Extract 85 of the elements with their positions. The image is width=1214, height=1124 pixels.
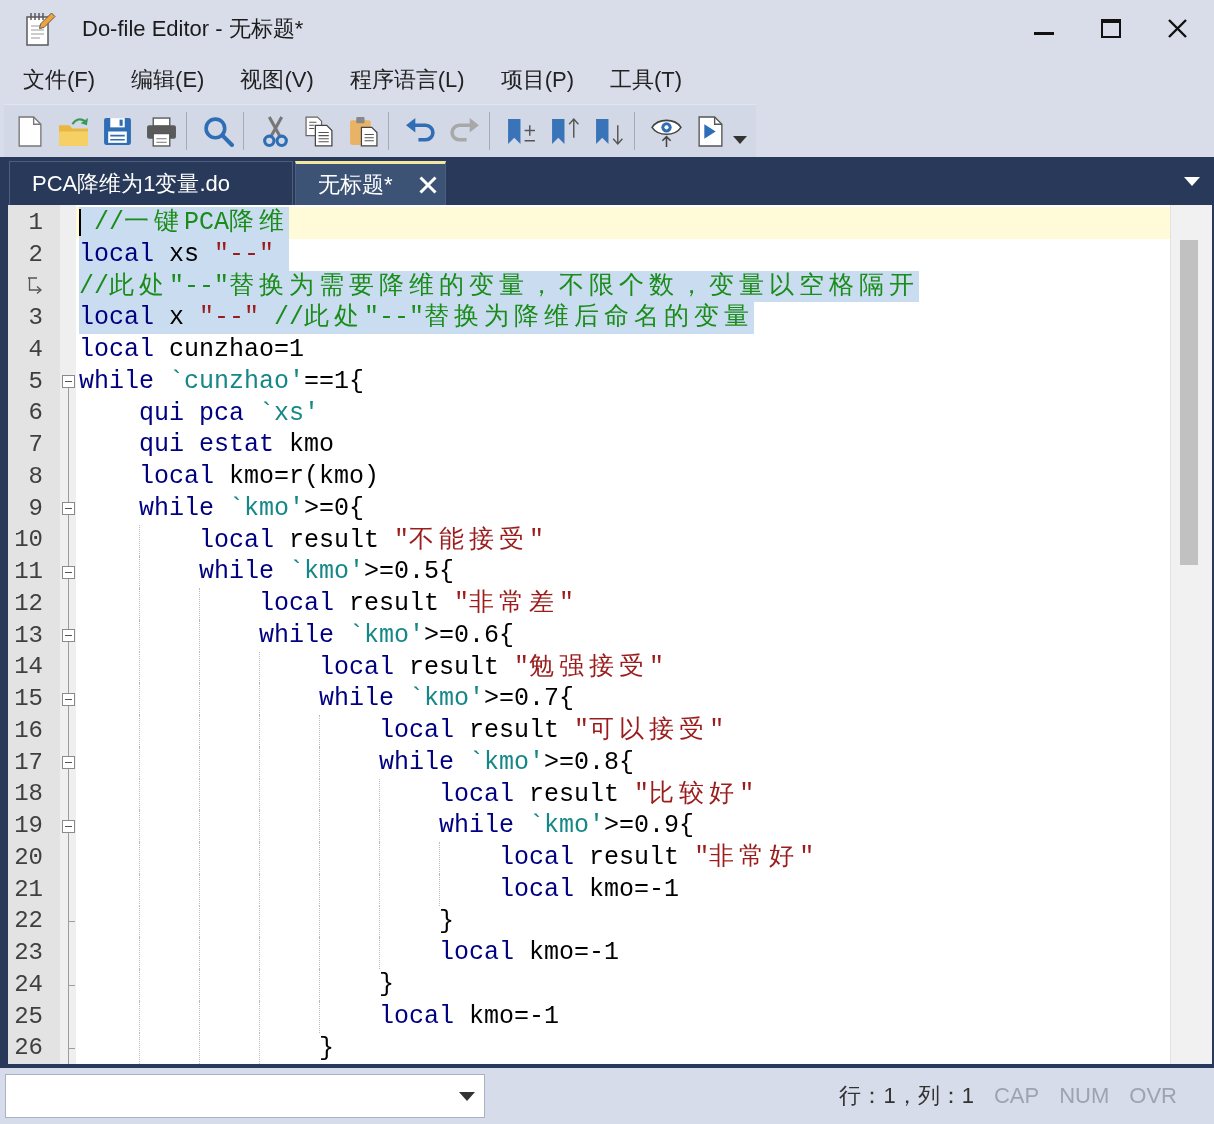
fold-minus-icon[interactable] [62,756,75,770]
line-number: 17 [14,750,43,775]
fold-minus-icon[interactable] [62,502,75,516]
code-line: local result "勉强接受" [319,651,665,684]
code-line: while `kmo'>=0.9{ [439,810,695,842]
line-number: 12 [14,591,43,616]
code-line: while `kmo'>=0.8{ [379,746,635,779]
code-line: local result "非常好" [499,842,815,874]
fold-minus-icon[interactable] [62,819,75,833]
code-line: local kmo=r(kmo) [139,461,380,493]
code-line: while `kmo'>=0{ [139,492,365,525]
clipboard-icon [347,115,379,147]
line-number: 26 [14,1036,43,1061]
wrap-arrow-icon [27,277,43,296]
line-number: 7 [28,433,43,458]
code-line: } [319,1032,335,1064]
line-number: 25 [14,1004,43,1029]
maximize-icon [1100,19,1121,38]
dropdown-field[interactable] [5,1074,485,1118]
line-number: 23 [14,941,43,966]
line-number: 2 [28,242,43,267]
code-line: } [379,969,395,1001]
line-number: 1 [28,210,43,235]
line-number: 20 [14,845,43,870]
fold-minus-icon[interactable] [62,692,75,706]
close-icon[interactable] [418,175,437,194]
menu-item[interactable]: 编辑(E) [113,61,223,99]
text-cursor [79,209,81,237]
line-number: 13 [14,623,43,648]
line-number: 4 [28,337,43,362]
line-number: 14 [14,655,43,680]
fold-minus-icon[interactable] [62,629,75,643]
line-number: 22 [14,909,43,934]
code-line: while `kmo'>=0.6{ [259,619,515,652]
code-line: local kmo=-1 [439,937,620,969]
status-indicator: CAP [993,1083,1040,1109]
printer-icon [145,115,177,147]
line-number: 10 [14,528,43,553]
caret-icon [459,1091,475,1101]
notepad-icon [26,11,56,46]
code-line: qui estat kmo [139,429,335,461]
code-line: qui pca `xs' [139,397,320,430]
menu-item[interactable]: 程序语言(L) [331,61,483,99]
code-line: while `kmo'>=0.7{ [319,683,575,715]
folder-icon [57,115,89,147]
scrollbar-thumb[interactable] [1180,240,1198,565]
close-icon [1168,19,1187,38]
cursor-position: 行：1，列：1 [839,1082,974,1110]
code-line: while `kmo'>=0.5{ [199,556,455,588]
line-number: 11 [14,560,43,585]
status-indicator: OVR [1129,1083,1177,1109]
fold-minus-icon[interactable] [62,565,75,579]
fold-minus-icon[interactable] [62,375,75,389]
code-line: local result "比较好" [439,778,755,811]
line-number: 16 [14,718,43,743]
menu-item[interactable]: 文件(F) [5,61,114,99]
caret-icon[interactable] [1184,176,1200,186]
menu-item[interactable]: 项目(P) [482,61,592,99]
menu-item[interactable]: 工具(T) [591,61,701,99]
search-icon [202,115,234,147]
status-indicator: NUM [1059,1083,1110,1109]
line-number: 21 [14,877,43,902]
menu-item[interactable]: 视图(V) [222,61,332,99]
tab[interactable]: 无标题* [295,161,446,205]
line-number: 9 [28,496,43,521]
line-number: 18 [14,782,43,807]
code-line: local cunzhao=1 [79,334,305,366]
window-title: Do-file Editor - 无标题* [82,14,305,43]
code-line: local result "不能接受" [199,524,545,557]
line-number: 24 [14,972,43,997]
minimize-icon [1033,32,1054,35]
code-line: local result "可以接受" [379,715,725,747]
caret-icon [733,136,747,144]
pages-icon [303,115,335,147]
code-line: local kmo=-1 [379,1000,560,1033]
line-number: 5 [28,369,43,394]
code-line: while `cunzhao'==1{ [79,365,365,398]
code-line: } [439,905,455,938]
code-line: local result "非常差" [259,588,575,620]
line-number: 15 [14,687,43,712]
line-number: 8 [28,464,43,489]
line-number: 3 [28,306,43,331]
line-number: 19 [14,814,43,839]
code-line: local kmo=-1 [499,873,680,906]
line-number: 6 [28,401,43,426]
